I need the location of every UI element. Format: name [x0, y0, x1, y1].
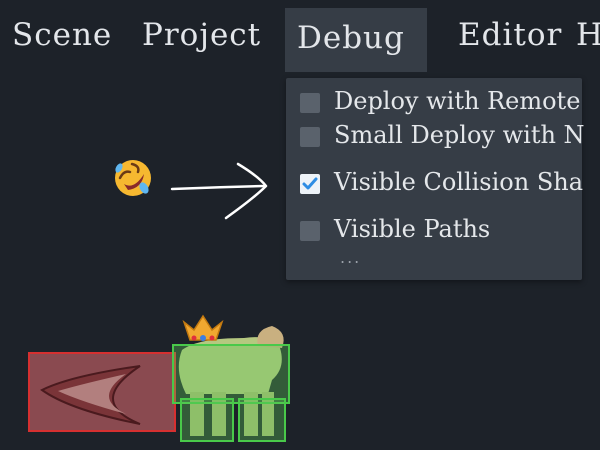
menu-bar: Scene Project Debug Editor H [0, 0, 600, 72]
collision-shape-leg-front [180, 398, 234, 442]
menu-option-visible-collision[interactable]: Visible Collision Sha [286, 165, 584, 201]
rolling-on-floor-laughing-icon [115, 160, 151, 196]
arrow-right-icon [170, 162, 268, 220]
menu-help[interactable]: H [576, 10, 600, 66]
menu-editor[interactable]: Editor [458, 10, 562, 66]
menu-option-small-deploy[interactable]: Small Deploy with N [286, 118, 585, 154]
collision-shape-leg-back [238, 398, 286, 442]
menu-option-visible-paths[interactable]: Visible Paths [286, 212, 582, 248]
option-label: Deploy with Remote [334, 87, 581, 115]
boomerang-sprite [40, 365, 141, 425]
collision-shape-red [28, 352, 176, 432]
option-label: Small Deploy with N [334, 121, 585, 149]
menu-debug[interactable]: Debug [285, 8, 427, 72]
checkbox-visible-collision[interactable] [300, 174, 320, 194]
checkmark-icon [302, 177, 318, 190]
option-label: Visible Collision Sha [334, 168, 584, 196]
menu-scene[interactable]: Scene [12, 10, 112, 66]
option-label: Visible Paths [334, 215, 491, 243]
menu-option-deploy-remote[interactable]: Deploy with Remote [286, 84, 582, 120]
checkbox-deploy-remote[interactable] [300, 93, 320, 113]
more-options-ellipsis[interactable]: ... [340, 248, 361, 267]
checkbox-small-deploy[interactable] [300, 127, 320, 147]
menu-project[interactable]: Project [142, 10, 261, 66]
checkbox-visible-paths[interactable] [300, 221, 320, 241]
collision-shape-body [172, 344, 290, 404]
